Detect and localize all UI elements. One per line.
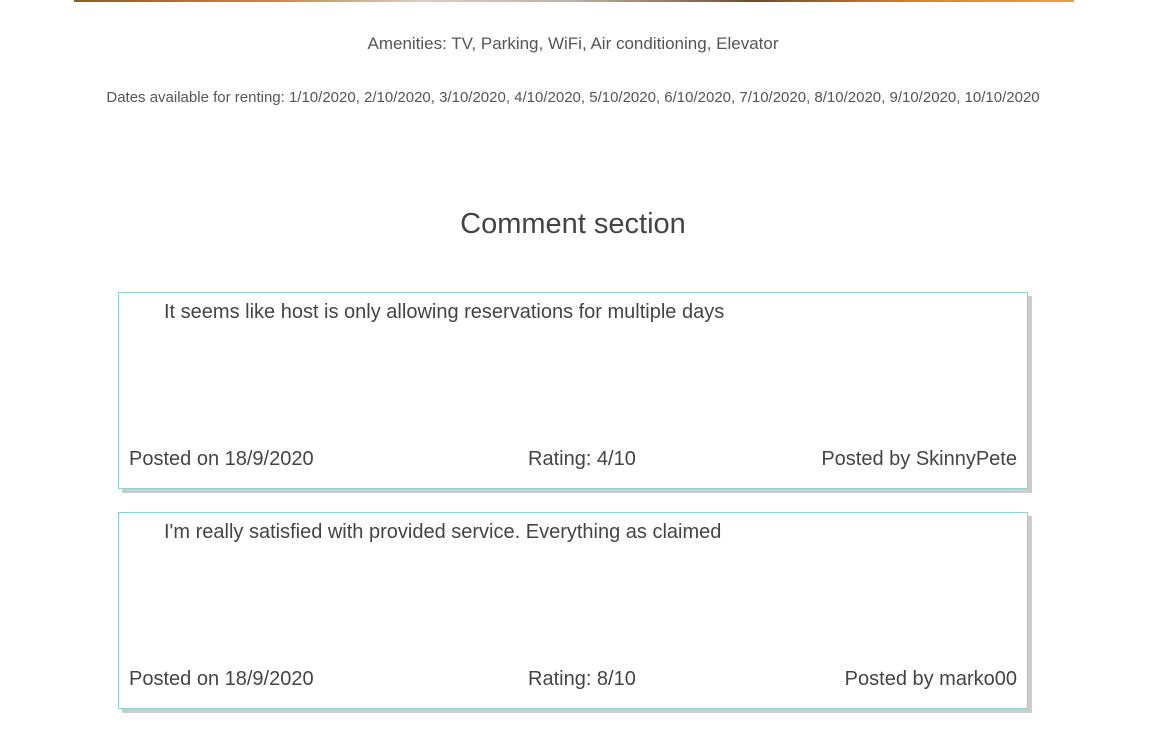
comment-card: It seems like host is only allowing rese…	[118, 292, 1028, 489]
comment-card: I'm really satisfied with provided servi…	[118, 512, 1028, 709]
comment-date: Posted on 18/9/2020	[129, 668, 314, 690]
comment-footer: Posted on 18/9/2020 Rating: 8/10 Posted …	[129, 668, 1017, 694]
comment-text: I'm really satisfied with provided servi…	[164, 521, 722, 543]
comment-rating: Rating: 8/10	[528, 668, 636, 690]
listing-image-bottom-edge	[74, 0, 1074, 2]
amenities-text: Amenities: TV, Parking, WiFi, Air condit…	[367, 34, 779, 53]
comment-section-title: Comment section	[460, 208, 686, 240]
comment-date: Posted on 18/9/2020	[129, 448, 314, 470]
comment-author: Posted by SkinnyPete	[821, 448, 1017, 470]
comment-footer: Posted on 18/9/2020 Rating: 4/10 Posted …	[129, 448, 1017, 474]
comment-author: Posted by marko00	[844, 668, 1017, 690]
page: Amenities: TV, Parking, WiFi, Air condit…	[0, 0, 1170, 741]
comment-text: It seems like host is only allowing rese…	[164, 301, 725, 323]
comment-rating: Rating: 4/10	[528, 448, 636, 470]
available-dates-text: Dates available for renting: 1/10/2020, …	[106, 89, 1040, 106]
